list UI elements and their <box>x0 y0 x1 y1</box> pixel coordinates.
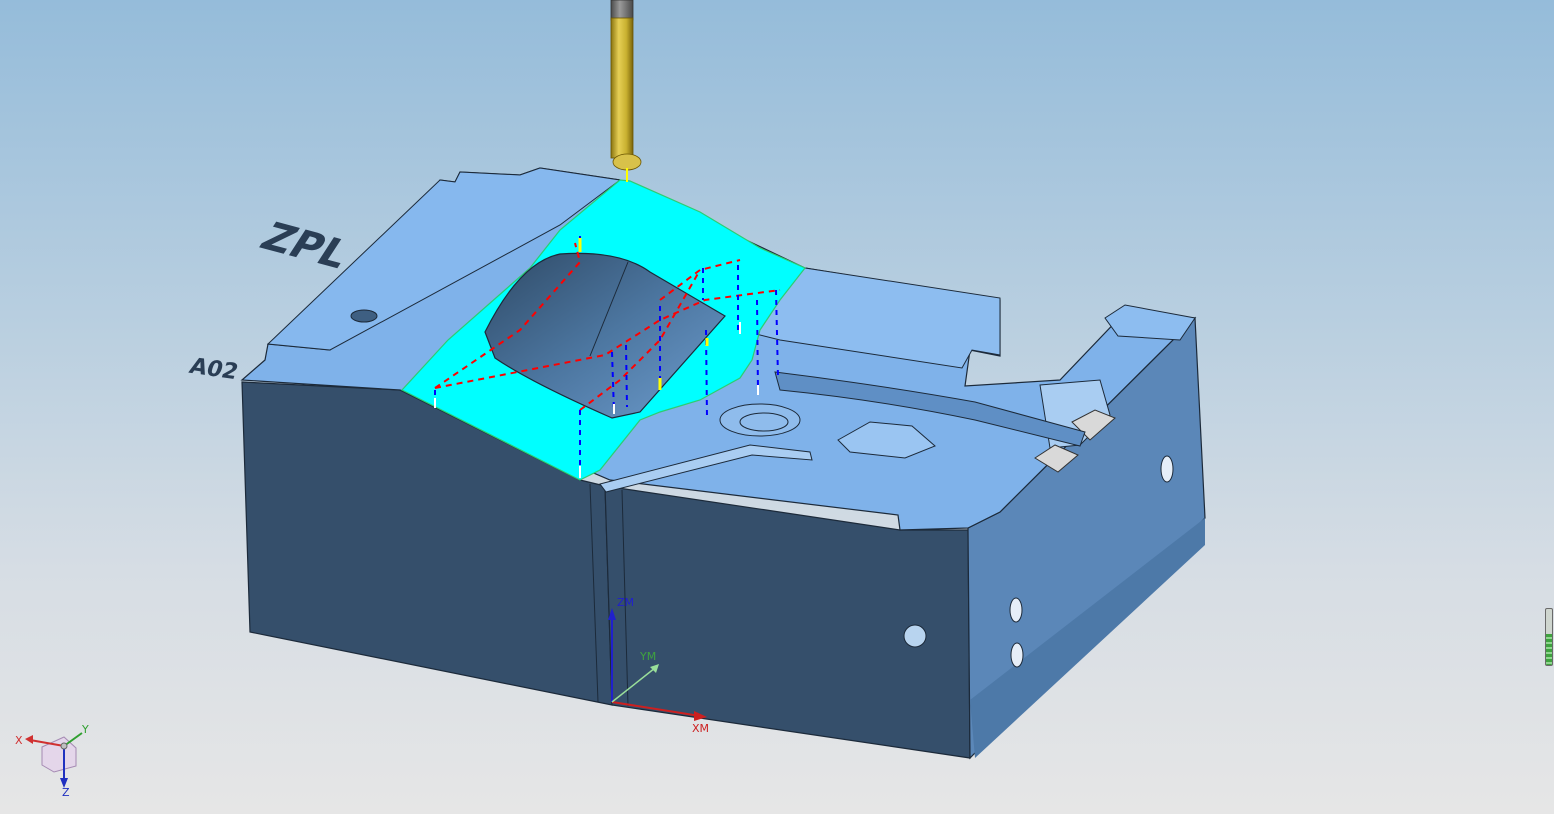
tool-holder <box>610 0 634 21</box>
cutting-tool[interactable] <box>610 0 642 182</box>
hole-side-2 <box>1010 642 1024 668</box>
triad-origin <box>60 742 68 750</box>
work-axis-z-label: ZM <box>617 596 634 609</box>
engraving-a02: A02 <box>186 353 241 385</box>
triad-x-arrow <box>25 735 33 744</box>
part-3d-view[interactable]: ZPL A02 ZM YM XM X Y Z <box>0 0 1554 814</box>
hole-top <box>350 309 378 323</box>
view-triad[interactable]: X Y Z <box>15 723 89 799</box>
engraving-zpl: ZPL <box>252 214 360 277</box>
hole-side-1 <box>1009 597 1023 623</box>
triad-x-label: X <box>15 734 23 747</box>
progress-indicator <box>1545 608 1553 666</box>
part-corner-block <box>1104 304 1196 341</box>
triad-z-label: Z <box>62 786 70 799</box>
work-axis-y-label: YM <box>639 650 656 663</box>
work-axis-x-label: XM <box>692 722 709 735</box>
tool-shank <box>610 17 634 159</box>
tool-tip <box>612 153 642 171</box>
hole-front <box>903 624 927 648</box>
progress-fill <box>1546 634 1552 665</box>
hole-right-side <box>1160 455 1174 483</box>
triad-y-label: Y <box>81 723 89 736</box>
graphics-viewport[interactable]: ZPL A02 ZM YM XM X Y Z <box>0 0 1554 814</box>
